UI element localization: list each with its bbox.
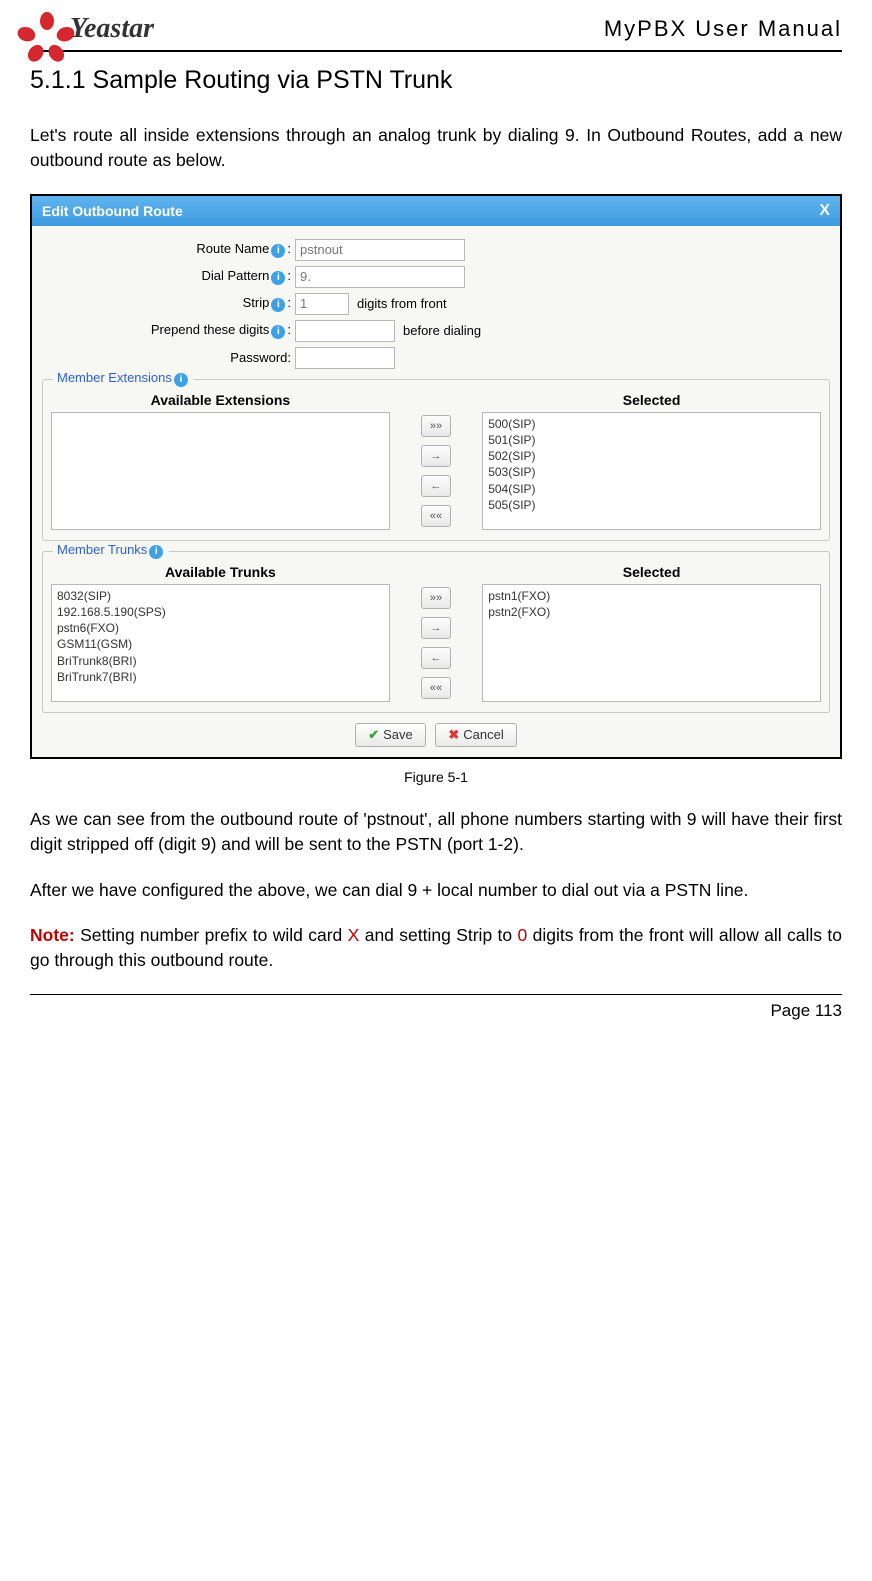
list-item[interactable]: 500(SIP) [488, 416, 815, 432]
move-all-left-button[interactable]: «« [421, 505, 451, 527]
selected-extensions-list[interactable]: 500(SIP)501(SIP)502(SIP)503(SIP)504(SIP)… [482, 412, 821, 530]
info-icon[interactable]: i [271, 271, 285, 285]
dial-pattern-label: Dial Patterni: [40, 268, 295, 285]
cancel-label: Cancel [463, 727, 503, 742]
strip-input[interactable] [295, 293, 349, 315]
list-item[interactable]: 502(SIP) [488, 448, 815, 464]
member-extensions-group: Member Extensionsi Available Extensions … [42, 379, 830, 541]
check-icon: ✔ [368, 727, 379, 743]
prepend-label: Prepend these digitsi: [40, 322, 295, 339]
route-name-label: Route Namei: [40, 241, 295, 258]
list-item[interactable]: BriTrunk8(BRI) [57, 653, 384, 669]
list-item[interactable]: 501(SIP) [488, 432, 815, 448]
close-icon[interactable]: X [819, 202, 830, 220]
footer-rule [30, 994, 842, 995]
dial-pattern-input[interactable] [295, 266, 465, 288]
info-icon[interactable]: i [174, 373, 188, 387]
available-extensions-list[interactable] [51, 412, 390, 530]
paragraph-3: After we have configured the above, we c… [30, 878, 842, 903]
selected-trunks-header: Selected [482, 564, 821, 580]
list-item[interactable]: pstn6(FXO) [57, 620, 384, 636]
document-title: MyPBX User Manual [604, 16, 842, 42]
note-paragraph: Note: Setting number prefix to wild card… [30, 923, 842, 974]
list-item[interactable]: 503(SIP) [488, 464, 815, 480]
header-rule [30, 50, 842, 52]
move-left-button[interactable]: ← [421, 475, 451, 497]
list-item[interactable]: pstn2(FXO) [488, 604, 815, 620]
paragraph-2: As we can see from the outbound route of… [30, 807, 842, 858]
note-prefix: Note: [30, 925, 75, 945]
move-all-left-button[interactable]: «« [421, 677, 451, 699]
modal-body: Route Namei: Dial Patterni: Stripi: digi… [32, 226, 840, 757]
list-item[interactable]: BriTrunk7(BRI) [57, 669, 384, 685]
save-button[interactable]: ✔ Save [355, 723, 426, 747]
note-wildcard-x: X [348, 925, 360, 945]
move-left-button[interactable]: ← [421, 647, 451, 669]
available-trunks-header: Available Trunks [51, 564, 390, 580]
list-item[interactable]: 505(SIP) [488, 497, 815, 513]
list-item[interactable]: pstn1(FXO) [488, 588, 815, 604]
figure-frame: Edit Outbound Route X Route Namei: Dial … [30, 194, 842, 759]
save-label: Save [383, 727, 413, 742]
password-input[interactable] [295, 347, 395, 369]
section-heading: 5.1.1 Sample Routing via PSTN Trunk [30, 66, 842, 95]
info-icon[interactable]: i [149, 545, 163, 559]
route-name-input[interactable] [295, 239, 465, 261]
move-all-right-button[interactable]: »» [421, 415, 451, 437]
page-number: Page 113 [30, 1001, 842, 1021]
logo-text: Yeastar [70, 13, 154, 45]
page-header: Yeastar MyPBX User Manual [30, 12, 842, 48]
logo: Yeastar [30, 12, 154, 46]
modal-title-text: Edit Outbound Route [42, 203, 183, 219]
logo-icon [30, 12, 64, 46]
password-label: Password: [40, 350, 295, 365]
member-trunks-group: Member Trunksi Available Trunks Selected… [42, 551, 830, 713]
selected-extensions-header: Selected [482, 392, 821, 408]
cancel-button[interactable]: ✖ Cancel [435, 723, 516, 747]
list-item[interactable]: 192.168.5.190(SPS) [57, 604, 384, 620]
strip-suffix: digits from front [357, 296, 447, 311]
move-right-button[interactable]: → [421, 617, 451, 639]
figure-caption: Figure 5-1 [30, 769, 842, 785]
intro-paragraph: Let's route all inside extensions throug… [30, 123, 842, 174]
selected-trunks-list[interactable]: pstn1(FXO)pstn2(FXO) [482, 584, 821, 702]
cross-icon: ✖ [448, 727, 459, 743]
list-item[interactable]: 504(SIP) [488, 481, 815, 497]
move-right-button[interactable]: → [421, 445, 451, 467]
member-trunks-legend: Member Trunks [57, 542, 147, 557]
list-item[interactable]: 8032(SIP) [57, 588, 384, 604]
prepend-suffix: before dialing [403, 323, 481, 338]
modal-titlebar: Edit Outbound Route X [32, 196, 840, 226]
info-icon[interactable]: i [271, 244, 285, 258]
info-icon[interactable]: i [271, 298, 285, 312]
note-strip-zero: 0 [518, 925, 528, 945]
member-extensions-legend: Member Extensions [57, 370, 172, 385]
strip-label: Stripi: [40, 295, 295, 312]
list-item[interactable]: GSM11(GSM) [57, 636, 384, 652]
prepend-input[interactable] [295, 320, 395, 342]
available-extensions-header: Available Extensions [51, 392, 390, 408]
info-icon[interactable]: i [271, 325, 285, 339]
available-trunks-list[interactable]: 8032(SIP)192.168.5.190(SPS)pstn6(FXO)GSM… [51, 584, 390, 702]
move-all-right-button[interactable]: »» [421, 587, 451, 609]
